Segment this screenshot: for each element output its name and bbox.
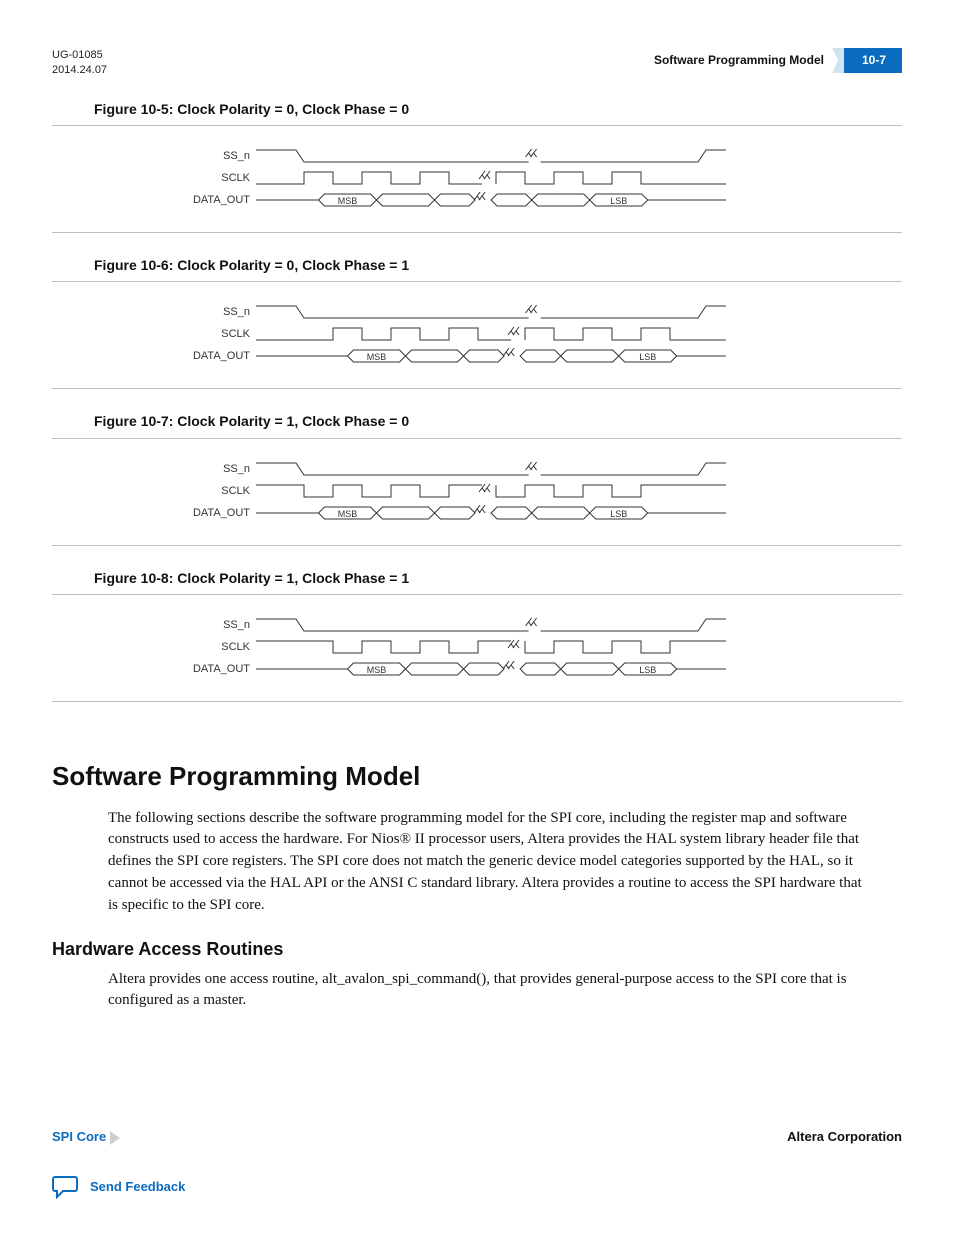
svg-text:LSB: LSB: [639, 665, 656, 675]
timing-waveform: MSB LSB: [256, 192, 726, 210]
header-right: Software Programming Model 10-7: [654, 48, 902, 73]
timing-waveform: MSB LSB: [256, 661, 726, 679]
svg-text:MSB: MSB: [338, 509, 358, 519]
section-para-1: The following sections describe the soft…: [108, 808, 868, 917]
signal-label: SS_n: [172, 462, 256, 478]
figure-caption: Figure 10-8: Clock Polarity = 1, Clock P…: [94, 568, 902, 588]
signal-label: SCLK: [172, 327, 256, 343]
figure-rule: [52, 232, 902, 233]
send-feedback-link[interactable]: Send Feedback: [52, 1175, 902, 1199]
timing-waveform: [256, 639, 726, 657]
section-para-2: Altera provides one access routine, alt_…: [108, 969, 868, 1013]
routine-name: alt_avalon_spi_command(): [322, 971, 486, 987]
svg-text:LSB: LSB: [610, 509, 627, 519]
figure-caption: Figure 10-5: Clock Polarity = 0, Clock P…: [94, 99, 902, 119]
svg-text:MSB: MSB: [338, 196, 358, 206]
svg-text:MSB: MSB: [367, 665, 387, 675]
running-title: Software Programming Model: [654, 52, 844, 69]
timing-waveform: MSB LSB: [256, 505, 726, 523]
signal-label: SS_n: [172, 618, 256, 634]
timing-waveform: [256, 170, 726, 188]
timing-waveform: [256, 326, 726, 344]
svg-text:LSB: LSB: [610, 196, 627, 206]
timing-waveform: [256, 304, 726, 322]
timing-diagram: SS_n SCLK DATA_OUT MSB LSB: [172, 304, 902, 366]
figure-rule: [52, 388, 902, 389]
timing-waveform: [256, 483, 726, 501]
figure-rule: [52, 125, 902, 126]
figure-rule: [52, 438, 902, 439]
p2-lead: Altera provides one access routine,: [108, 971, 322, 987]
timing-waveform: [256, 461, 726, 479]
timing-diagram: SS_n SCLK DATA_OUT MSB LSB: [172, 148, 902, 210]
header-left: UG-01085 2014.24.07: [52, 48, 107, 79]
timing-diagram: SS_n SCLK DATA_OUT MSB LSB: [172, 461, 902, 523]
signal-label: SCLK: [172, 640, 256, 656]
figure-rule: [52, 545, 902, 546]
signal-label: DATA_OUT: [172, 193, 256, 209]
footer-right: Altera Corporation: [787, 1128, 902, 1147]
doc-id: UG-01085: [52, 48, 107, 63]
figures-region: Figure 10-5: Clock Polarity = 0, Clock P…: [52, 99, 902, 702]
feedback-label: Send Feedback: [90, 1178, 185, 1197]
page-number: 10-7: [844, 48, 902, 73]
figure-caption: Figure 10-7: Clock Polarity = 1, Clock P…: [94, 411, 902, 431]
page-badge: 10-7: [844, 48, 902, 73]
signal-label: SS_n: [172, 149, 256, 165]
doc-date: 2014.24.07: [52, 63, 107, 78]
signal-label: SCLK: [172, 484, 256, 500]
timing-waveform: [256, 617, 726, 635]
footer-left[interactable]: SPI Core: [52, 1128, 126, 1147]
section-heading: Software Programming Model: [52, 758, 902, 796]
signal-label: SS_n: [172, 305, 256, 321]
figure-rule: [52, 281, 902, 282]
svg-text:LSB: LSB: [639, 352, 656, 362]
timing-diagram: SS_n SCLK DATA_OUT MSB LSB: [172, 617, 902, 679]
figure-caption: Figure 10-6: Clock Polarity = 0, Clock P…: [94, 255, 902, 275]
signal-label: SCLK: [172, 171, 256, 187]
signal-label: DATA_OUT: [172, 662, 256, 678]
speech-bubble-icon: [52, 1175, 80, 1199]
timing-waveform: MSB LSB: [256, 348, 726, 366]
page-footer: SPI Core Altera Corporation Send Feedbac…: [52, 1128, 902, 1199]
chevron-right-icon: [110, 1131, 120, 1145]
subsection-heading: Hardware Access Routines: [52, 936, 902, 962]
signal-label: DATA_OUT: [172, 349, 256, 365]
signal-label: DATA_OUT: [172, 506, 256, 522]
figure-rule: [52, 594, 902, 595]
page-header: UG-01085 2014.24.07 Software Programming…: [52, 48, 902, 79]
figure-rule: [52, 701, 902, 702]
svg-text:MSB: MSB: [367, 352, 387, 362]
timing-waveform: [256, 148, 726, 166]
